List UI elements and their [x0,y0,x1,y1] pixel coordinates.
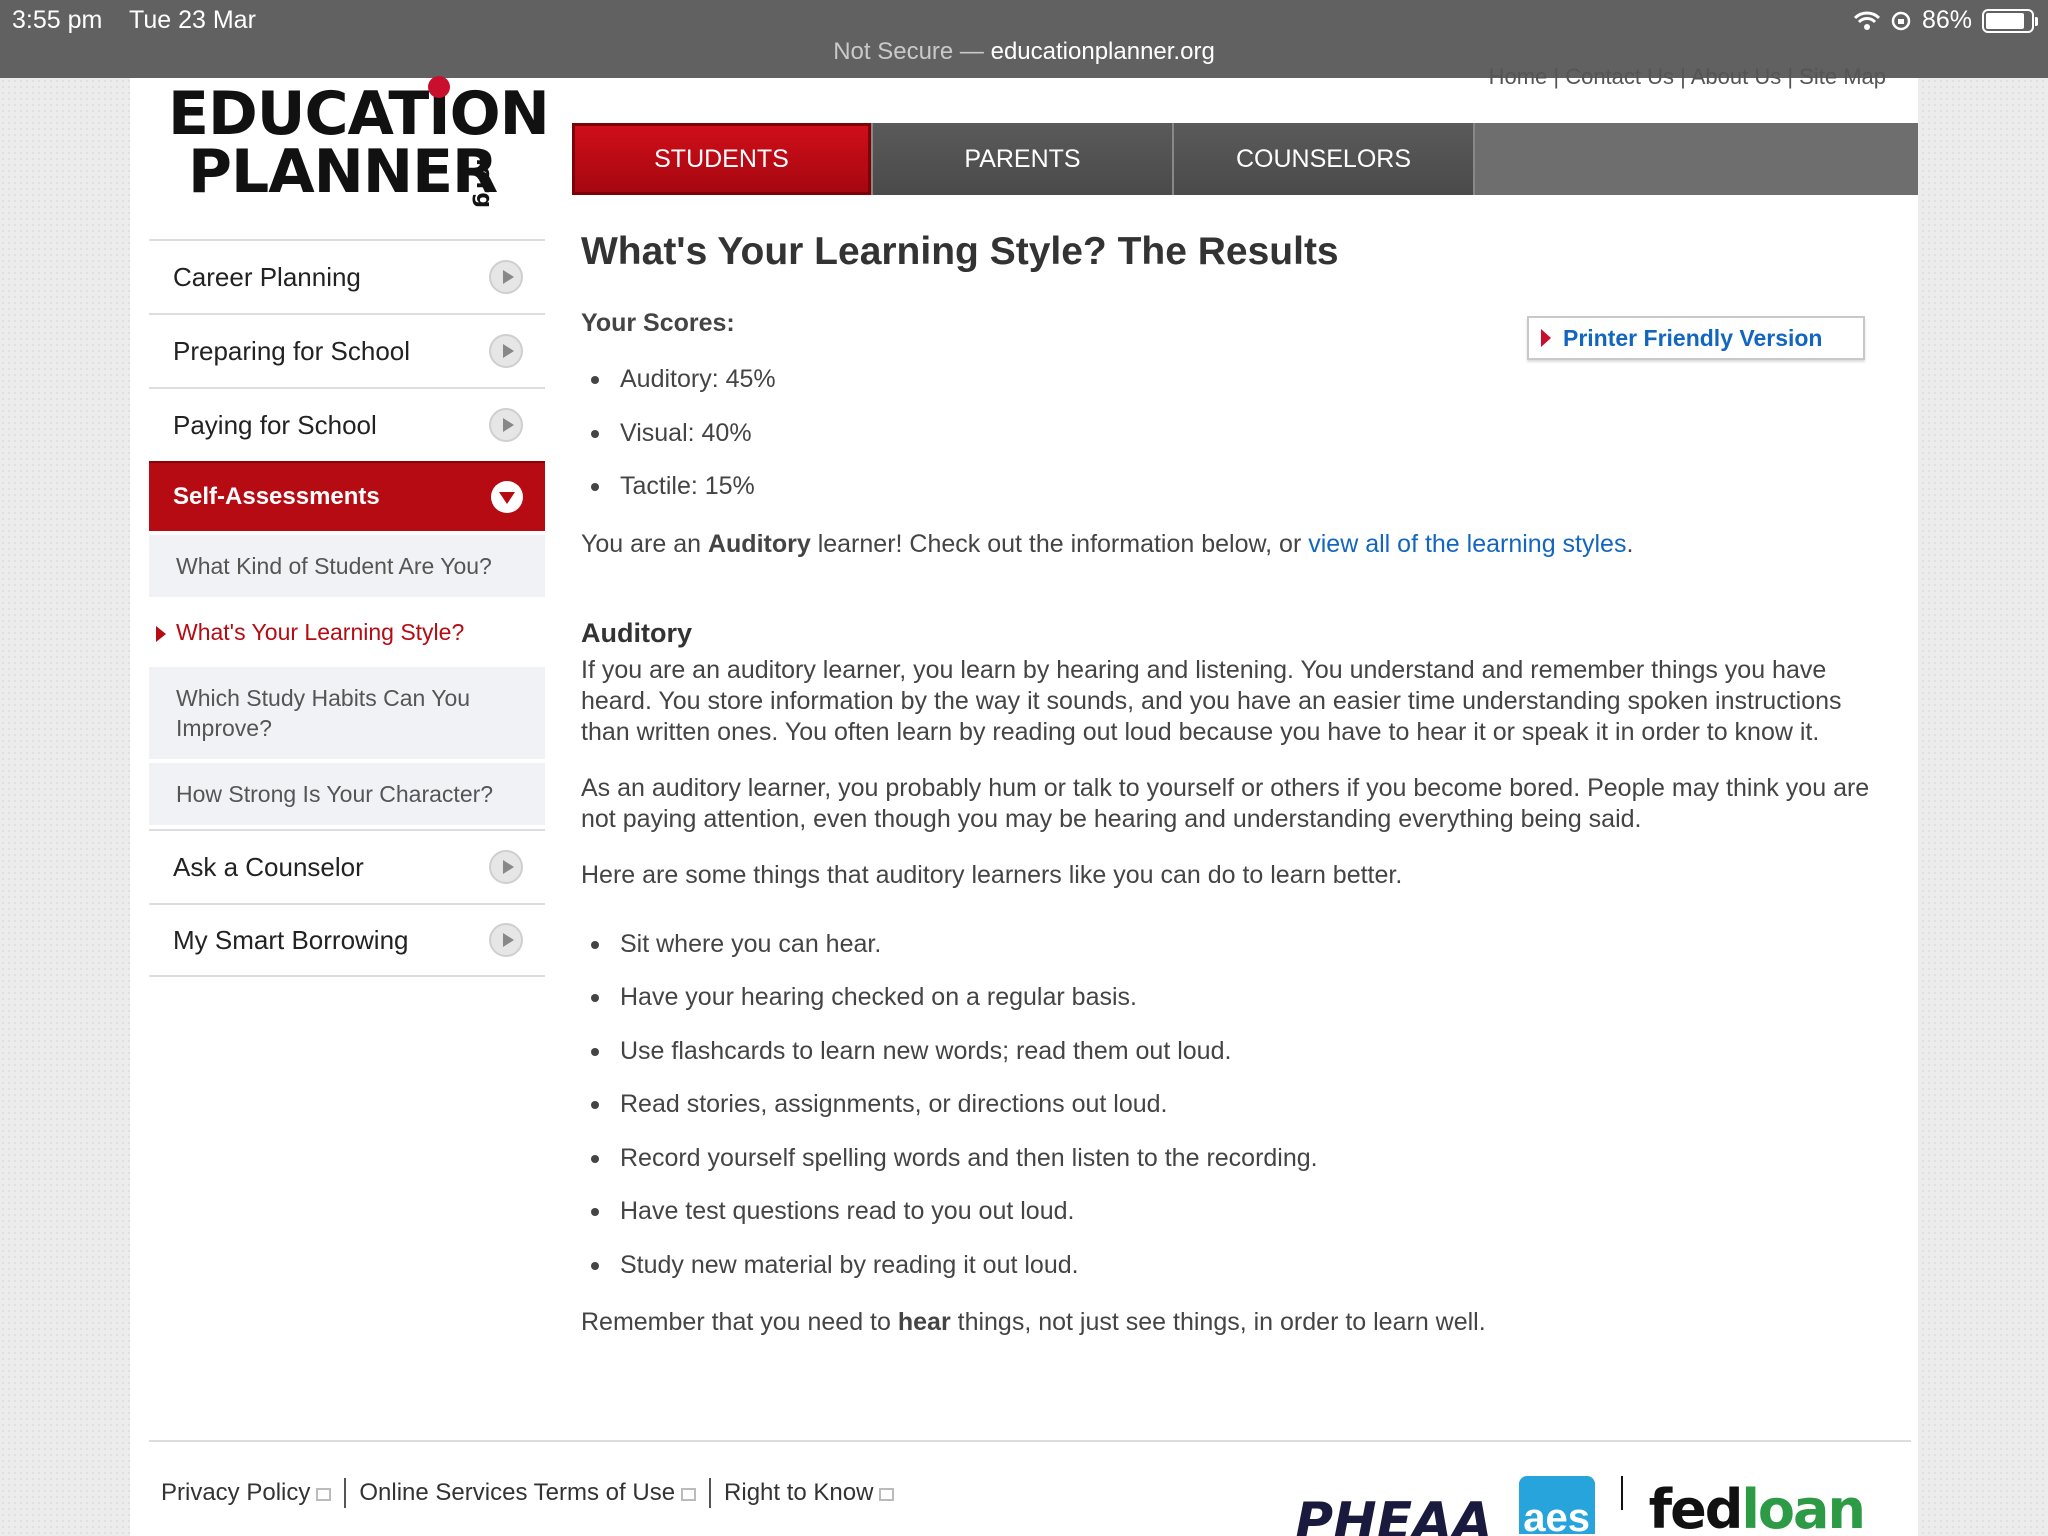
sidebar-item-label: Self-Assessments [173,483,380,510]
fedloan-loan: loan [1741,1478,1865,1536]
external-link-icon [316,1488,332,1501]
section-heading: Auditory [581,617,692,648]
url-domain: educationplanner.org [990,38,1215,65]
sidebar-item-smart-borrowing[interactable]: My Smart Borrowing [149,903,545,977]
result-text: learner! Check out the information below… [810,529,1309,558]
status-time: 3:55 pm [12,6,103,34]
divider [344,1478,347,1508]
chevron-down-icon [491,481,523,513]
top-links[interactable]: Home | Contact Us | About Us | Site Map [1489,64,1886,90]
url-bar[interactable]: Not Secure — educationplanner.org [0,38,2048,66]
list-item: Study new material by reading it out lou… [581,1250,1881,1304]
site-logo[interactable]: EDUCATION PLANNER .org [166,76,550,209]
paragraph: As an auditory learner, you probably hum… [581,773,1870,833]
sidebar-item-label: Ask a Counselor [173,851,364,882]
scores-list: Auditory: 45% Visual: 40% Tactile: 15% [581,364,1881,525]
paragraph: Here are some things that auditory learn… [581,860,1403,889]
chevron-right-icon [489,850,523,884]
footer-divider [149,1440,1911,1442]
divider [709,1478,712,1508]
list-item: Auditory: 45% [581,364,1881,418]
chevron-right-icon [489,408,523,442]
list-item: Tactile: 15% [581,471,1881,525]
closing-bold: hear [897,1308,951,1336]
result-statement: You are an Auditory learner! Check out t… [581,529,1881,560]
printer-friendly-button[interactable]: Printer Friendly Version [1527,316,1865,360]
list-item: Use flashcards to learn new words; read … [581,1036,1881,1090]
sidebar: Career Planning Preparing for School Pay… [149,239,545,977]
main-nav: STUDENTS PARENTS COUNSELORS [572,123,1918,195]
closing-statement: Remember that you need to hear things, n… [581,1307,1881,1338]
external-link-icon [879,1488,895,1501]
rotation-lock-icon [1891,11,1911,30]
list-item: Visual: 40% [581,418,1881,472]
privacy-policy-link[interactable]: Privacy Policy [161,1479,332,1507]
result-style: Auditory [707,529,811,558]
sidebar-subitem-character[interactable]: How Strong Is Your Character? [149,759,545,825]
url-security: Not Secure — [833,38,984,65]
status-icons: 86% [1853,6,2038,35]
sidebar-subitem-kind-of-student[interactable]: What Kind of Student Are You? [149,531,545,597]
tab-counselors[interactable]: COUNSELORS [1174,123,1475,195]
fedloan-fed: fed [1648,1478,1744,1536]
list-item: Have test questions read to you out loud… [581,1196,1881,1250]
sidebar-item-career-planning[interactable]: Career Planning [149,239,545,313]
apple-icon [428,76,450,98]
page: Home | Contact Us | About Us | Site Map … [130,64,1918,1536]
sidebar-item-label: Paying for School [173,409,377,440]
paragraph: If you are an auditory learner, you lear… [581,655,1842,746]
chevron-right-icon [489,923,523,957]
partner-logos: PHEAA aes fedloan [1295,1476,1866,1536]
sidebar-item-ask-a-counselor[interactable]: Ask a Counselor [149,829,545,903]
list-item: Record yourself spelling words and then … [581,1143,1881,1197]
sidebar-item-self-assessments[interactable]: Self-Assessments [149,461,545,531]
main-content: What's Your Learning Style? The Results … [581,230,1881,1338]
footer-link-label: Right to Know [724,1479,874,1506]
tab-parents[interactable]: PARENTS [873,123,1174,195]
status-date: Tue 23 Mar [129,6,256,34]
sidebar-item-label: Preparing for School [173,335,411,366]
closing-text: Remember that you need to [581,1308,898,1336]
logo-suffix: .org [471,158,496,209]
list-item: Sit where you can hear. [581,929,1881,983]
footer-links: Privacy Policy Online Services Terms of … [161,1478,895,1508]
battery-icon [1982,8,2038,33]
right-to-know-link[interactable]: Right to Know [724,1479,895,1507]
logo-line1: EDUCATION [168,79,550,149]
sidebar-item-label: My Smart Borrowing [173,924,409,955]
chevron-right-icon [489,334,523,368]
list-item: Have your hearing checked on a regular b… [581,982,1881,1036]
sidebar-subitem-study-habits[interactable]: Which Study Habits Can You Improve? [149,663,545,759]
wifi-icon [1853,11,1880,30]
logo-line2: PLANNER [188,137,498,207]
fedloan-logo[interactable]: fedloan [1648,1478,1866,1536]
aes-logo[interactable]: aes [1518,1476,1595,1536]
sidebar-item-label: Career Planning [173,261,361,292]
divider [1620,1476,1623,1510]
sidebar-item-preparing-for-school[interactable]: Preparing for School [149,313,545,387]
page-title: What's Your Learning Style? The Results [581,230,1339,273]
tab-students[interactable]: STUDENTS [572,123,873,195]
result-text: You are an [581,529,708,558]
battery-percent: 86% [1921,6,1972,34]
chevron-right-icon [489,260,523,294]
sidebar-subitem-learning-style[interactable]: What's Your Learning Style? [149,597,545,663]
result-text: . [1626,529,1634,558]
list-item: Read stories, assignments, or directions… [581,1089,1881,1143]
external-link-icon [681,1488,697,1501]
closing-text: things, not just see things, in order to… [950,1308,1486,1336]
footer-link-label: Online Services Terms of Use [359,1479,676,1506]
sidebar-item-paying-for-school[interactable]: Paying for School [149,387,545,461]
terms-of-use-link[interactable]: Online Services Terms of Use [359,1479,697,1507]
tips-list: Sit where you can hear. Have your hearin… [581,929,1881,1304]
pheaa-logo[interactable]: PHEAA [1295,1492,1493,1536]
view-learning-styles-link[interactable]: view all of the learning styles [1308,530,1626,558]
footer-link-label: Privacy Policy [161,1479,311,1506]
